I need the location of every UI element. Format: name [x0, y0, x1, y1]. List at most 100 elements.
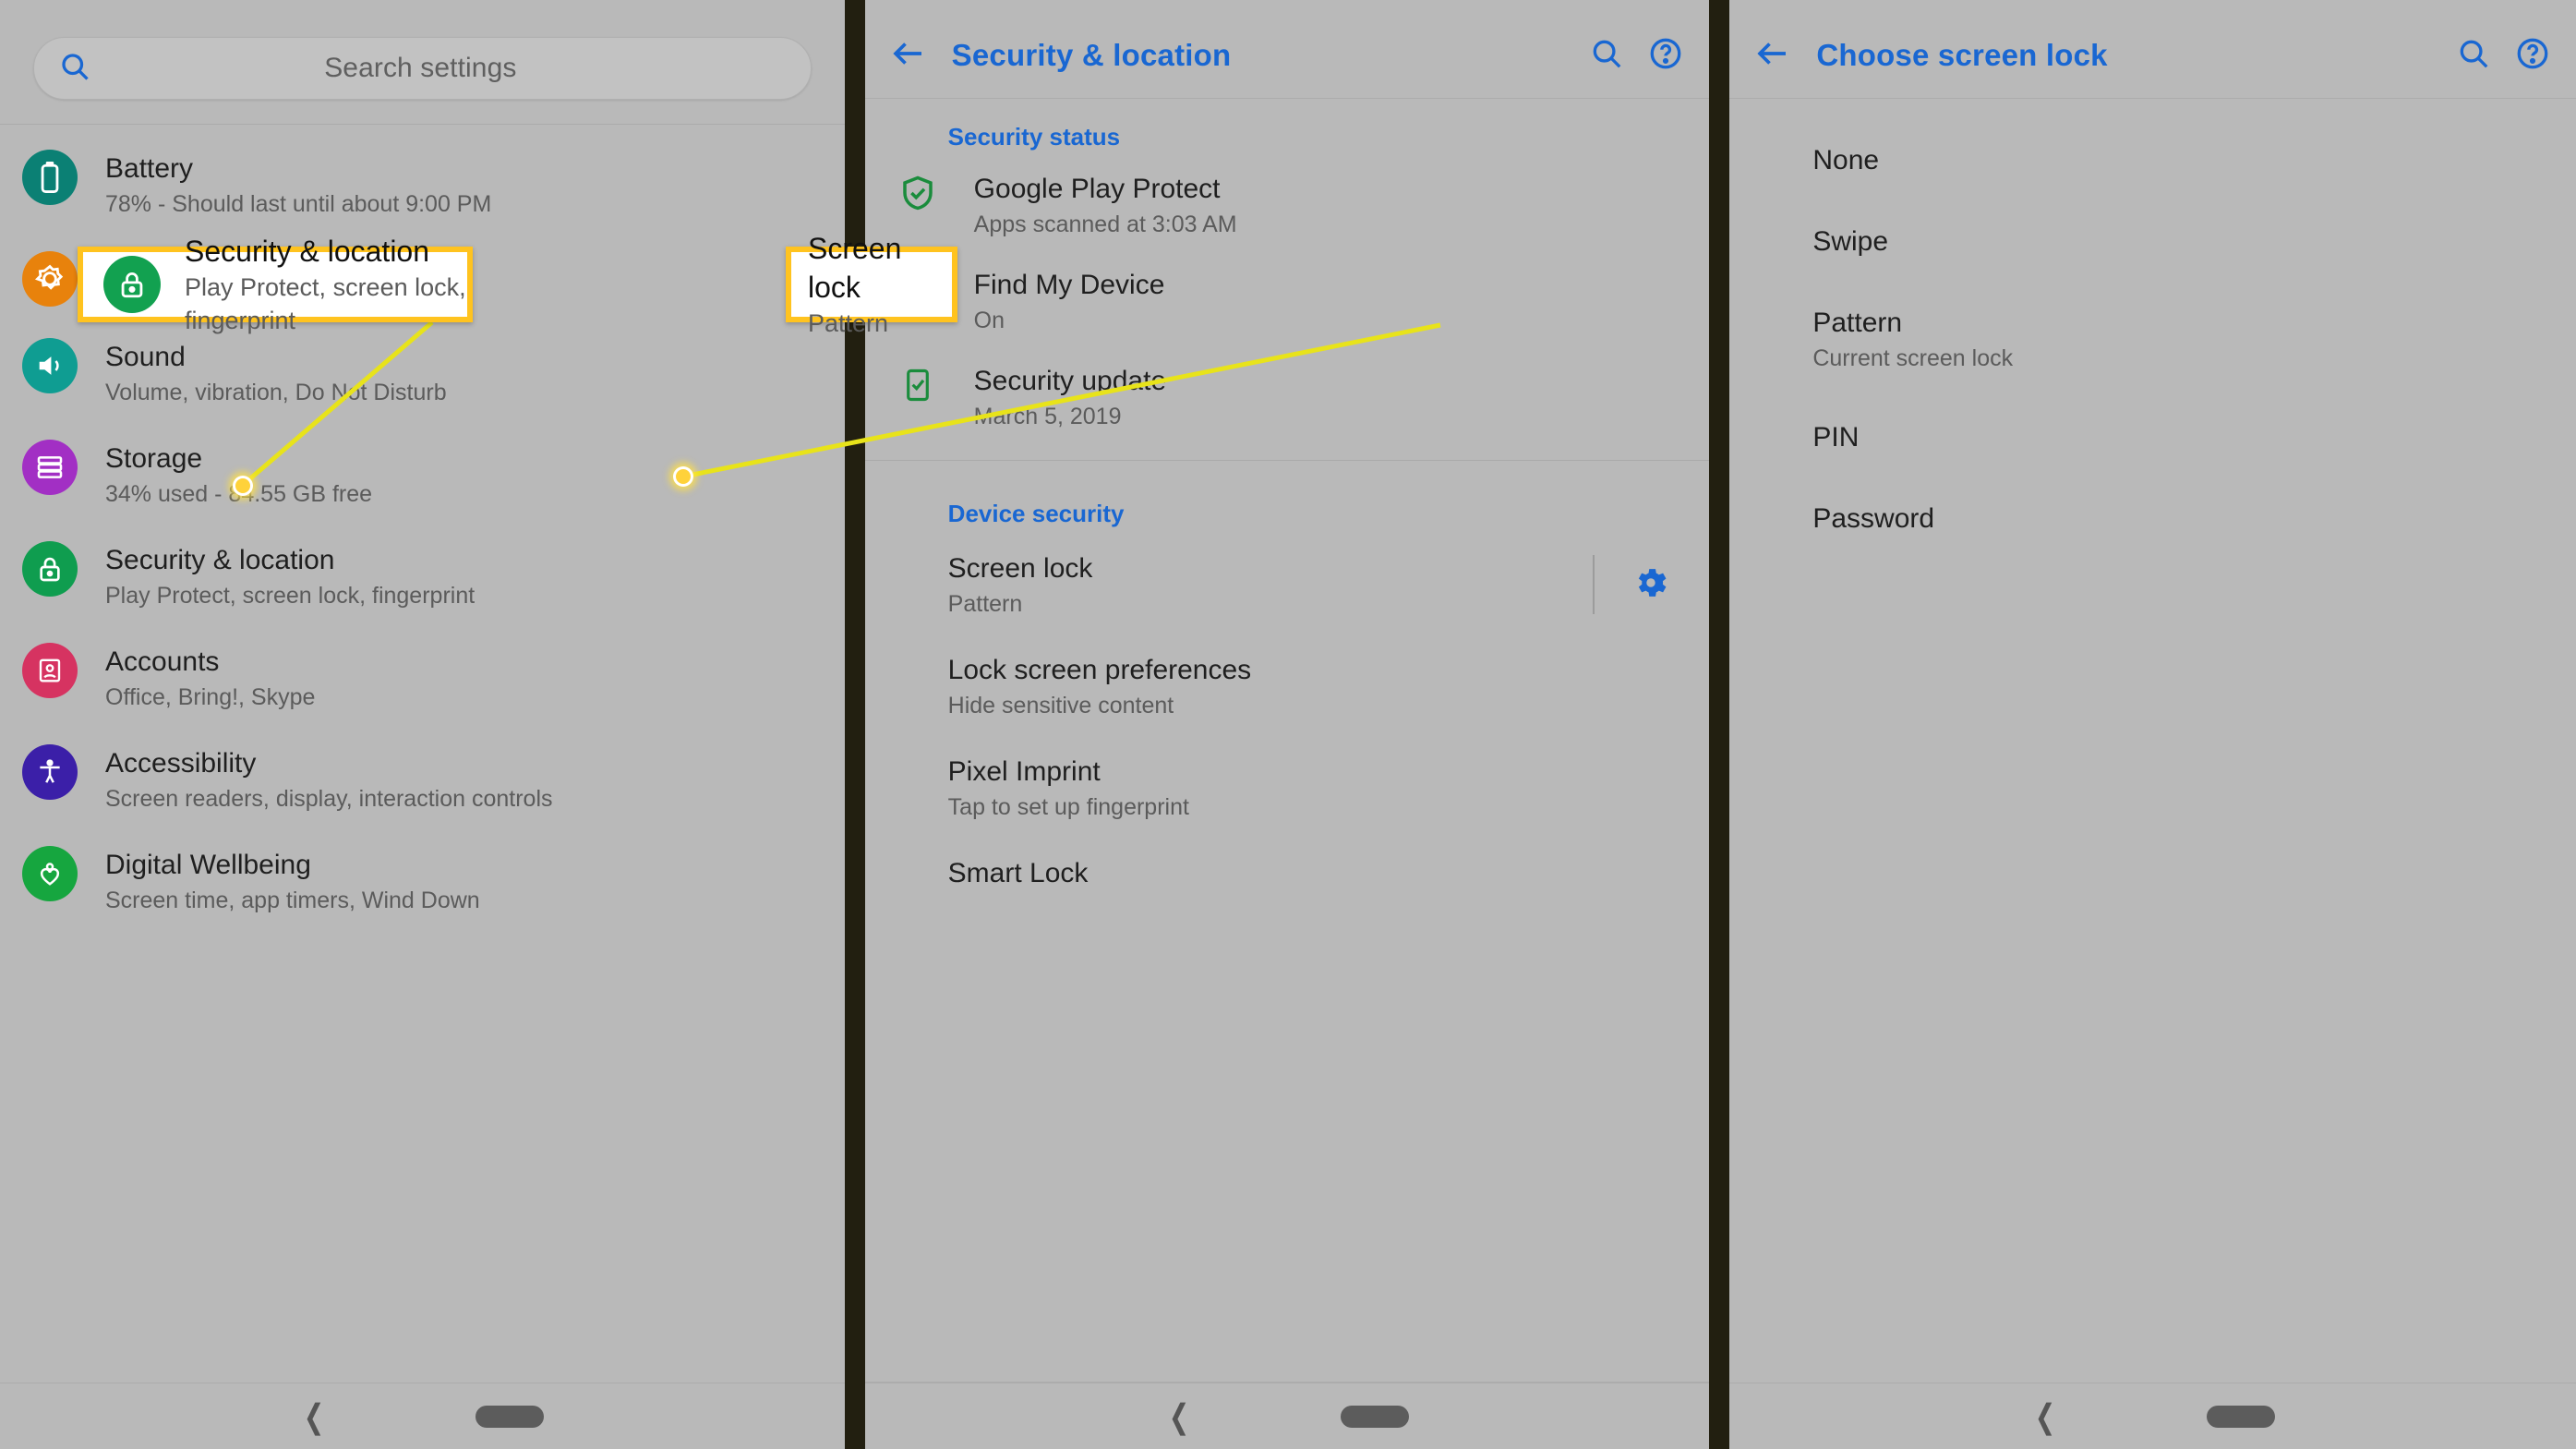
shield-check-icon — [895, 170, 941, 216]
divider — [1593, 555, 1595, 614]
phone-check-icon — [895, 362, 941, 408]
list-item-title: Security & location — [105, 545, 335, 575]
list-item-title: Accounts — [105, 646, 220, 677]
list-item[interactable]: Security update March 5, 2019 — [865, 349, 1710, 445]
list-item[interactable]: Smart Lock — [865, 839, 1710, 907]
help-icon[interactable] — [2515, 36, 2550, 76]
list-item-subtitle: Play Protect, screen lock, fingerprint — [105, 583, 475, 609]
status-bar: 2:37 78% — [1729, 0, 2576, 13]
back-arrow-icon[interactable] — [889, 34, 928, 78]
back-icon[interactable]: ❮ — [304, 1397, 325, 1436]
list-item-subtitle: Office, Bring!, Skype — [105, 684, 316, 710]
search-icon[interactable] — [1589, 36, 1624, 76]
list-item[interactable]: Digital Wellbeing Screen time, app timer… — [0, 830, 845, 932]
screen-lock-settings-group — [1593, 549, 1687, 614]
list-item-pattern[interactable]: Pattern Current screen lock — [1729, 282, 2576, 396]
callout-subtitle: Pattern — [808, 309, 889, 337]
security-status-section: Security status Google Play Protect Apps… — [865, 99, 1710, 445]
list-item-screen-lock[interactable]: Screen lock Pattern — [865, 534, 1710, 635]
list-item-title: Accessibility — [105, 748, 257, 779]
lock-icon — [103, 256, 161, 313]
navigation-bar: ❮ — [1729, 1383, 2576, 1449]
list-item-subtitle: Apps scanned at 3:03 AM — [973, 211, 1237, 237]
list-item-subtitle: March 5, 2019 — [973, 404, 1122, 429]
list-item-title: Google Play Protect — [973, 174, 1221, 204]
list-item[interactable]: Battery 78% - Should last until about 9:… — [0, 134, 845, 235]
divider — [864, 460, 1710, 461]
list-item[interactable]: Find My Device On — [865, 253, 1710, 349]
list-item-title: Battery — [105, 153, 194, 184]
list-item-pin[interactable]: PIN — [1729, 396, 2576, 477]
list-item-subtitle: Screen time, app timers, Wind Down — [105, 888, 480, 913]
help-icon[interactable] — [1648, 36, 1683, 76]
list-item-password[interactable]: Password — [1729, 477, 2576, 559]
list-item[interactable]: Accounts Office, Bring!, Skype — [0, 627, 845, 729]
list-item-security-location[interactable]: Security & location Play Protect, screen… — [0, 525, 845, 627]
status-bar: 2:36 78% — [0, 0, 845, 13]
list-item-none[interactable]: None — [1729, 119, 2576, 200]
list-item-title: None — [1812, 145, 1880, 175]
list-item[interactable]: Lock screen preferences Hide sensitive c… — [865, 635, 1710, 737]
wellbeing-icon — [22, 846, 78, 901]
list-item[interactable]: Pixel Imprint Tap to set up fingerprint — [865, 737, 1710, 839]
list-item-title: Digital Wellbeing — [105, 850, 311, 880]
list-item-title: Lock screen preferences — [947, 655, 1252, 685]
back-icon[interactable]: ❮ — [1169, 1397, 1190, 1436]
back-icon[interactable]: ❮ — [2034, 1397, 2055, 1436]
gear-icon[interactable] — [1631, 563, 1670, 607]
list-item-title: Smart Lock — [947, 858, 1089, 888]
list-item-title: Storage — [105, 443, 203, 474]
search-input[interactable]: Search settings — [33, 37, 812, 100]
navigation-bar: ❮ — [0, 1383, 845, 1449]
page-title: Choose screen lock — [1816, 38, 2108, 72]
home-pill[interactable] — [475, 1405, 545, 1428]
battery-icon — [22, 150, 78, 205]
callout-title: Security & location — [185, 235, 430, 268]
home-pill[interactable] — [1341, 1405, 1410, 1428]
list-item-subtitle: 78% - Should last until about 9:00 PM — [105, 191, 492, 217]
callout-anchor-dot — [673, 466, 693, 487]
list-item-subtitle: Volume, vibration, Do Not Disturb — [105, 380, 447, 405]
device-security-section: Device security Screen lock Pattern Lock… — [865, 476, 1710, 907]
callout-anchor-dot — [233, 476, 253, 496]
list-item[interactable]: Accessibility Screen readers, display, i… — [0, 729, 845, 830]
storage-icon — [22, 440, 78, 495]
list-item[interactable]: Sound Volume, vibration, Do Not Disturb — [0, 322, 845, 424]
list-item-subtitle: Tap to set up fingerprint — [947, 794, 1189, 820]
search-icon[interactable] — [2456, 36, 2491, 76]
list-item-subtitle: On — [973, 308, 1005, 333]
list-item-title: Swipe — [1812, 226, 1889, 257]
list-item-subtitle: Screen readers, display, interaction con… — [105, 786, 553, 812]
volume-icon — [22, 338, 78, 393]
list-item-subtitle: Hide sensitive content — [947, 693, 1174, 718]
list-item-title: Pattern — [1812, 308, 1903, 338]
list-item-subtitle: Pattern — [947, 591, 1023, 617]
list-item-swipe[interactable]: Swipe — [1729, 200, 2576, 282]
list-item-subtitle: Current screen lock — [1812, 345, 2014, 371]
panel-settings-home: 2:36 78% Search settings — [0, 0, 845, 1449]
section-title: Security status — [947, 123, 1121, 151]
list-item-title: Password — [1812, 503, 1935, 534]
navigation-bar: ❮ — [864, 1383, 1710, 1449]
accessibility-icon — [22, 744, 78, 800]
back-arrow-icon[interactable] — [1753, 34, 1792, 78]
search-bar-container: Search settings — [0, 13, 845, 124]
account-icon — [22, 643, 78, 698]
list-item-title: Security update — [973, 366, 1167, 396]
panel-choose-screen-lock: 2:37 78% Choose screen lock — [1729, 0, 2576, 1449]
callout-title: Screen lock — [808, 232, 902, 304]
list-item[interactable]: Storage 34% used - 84.55 GB free — [0, 424, 845, 525]
status-bar: 2:36 78% — [865, 0, 1710, 13]
screenshot-root: 2:36 78% Search settings — [0, 0, 2576, 1449]
lock-icon — [22, 541, 78, 597]
app-bar: Security & location — [865, 13, 1710, 98]
list-item[interactable]: Google Play Protect Apps scanned at 3:03… — [865, 157, 1710, 253]
callout-subtitle: Play Protect, screen lock, fingerprint — [185, 273, 466, 334]
list-item-title: Sound — [105, 342, 186, 372]
callout-security-location: Security & location Play Protect, screen… — [78, 235, 473, 334]
list-item-title: Screen lock — [947, 553, 1093, 584]
page-title: Security & location — [951, 38, 1232, 72]
app-bar: Choose screen lock — [1729, 13, 2576, 98]
panel-security-location: 2:36 78% Security & location — [864, 0, 1710, 1449]
home-pill[interactable] — [2206, 1405, 2275, 1428]
